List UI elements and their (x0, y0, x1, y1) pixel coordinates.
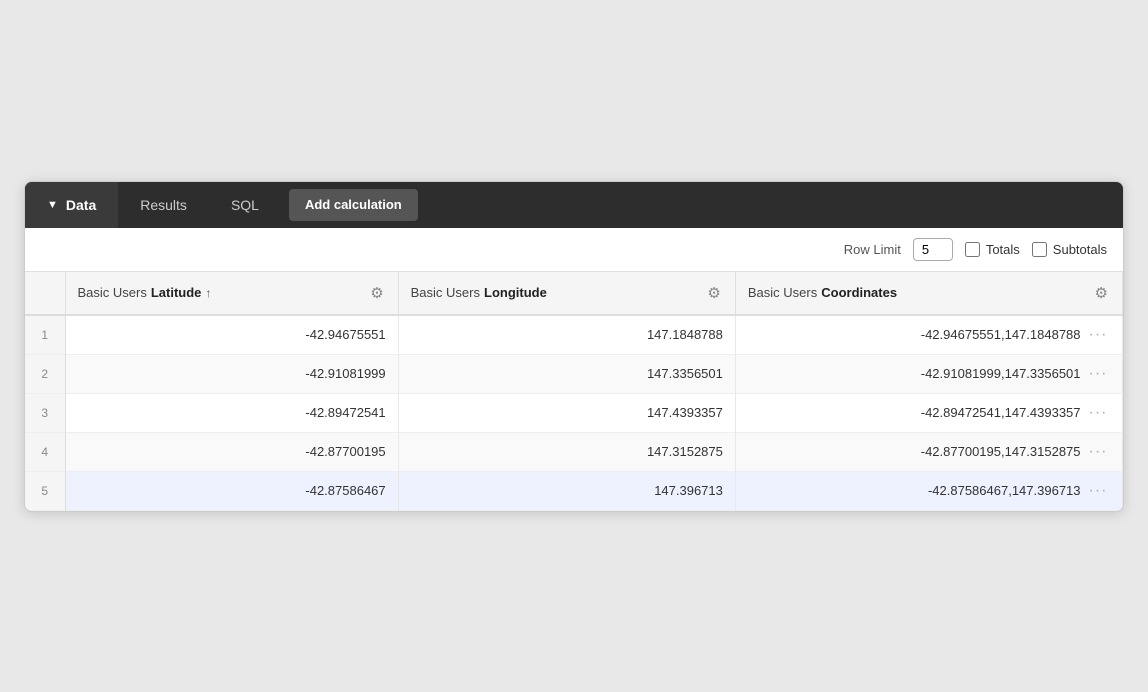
coord-text: -42.91081999,147.3356501 (921, 366, 1081, 381)
table-row-longitude: 147.3152875 (398, 432, 735, 471)
table-row-num: 1 (25, 315, 65, 355)
table-row-num: 3 (25, 393, 65, 432)
table-row-longitude: 147.4393357 (398, 393, 735, 432)
table-row-coordinates: -42.87586467,147.396713 ··· (736, 472, 1123, 510)
col-latitude-bold: Latitude (151, 285, 202, 300)
col-latitude-gear[interactable]: ⚙ (368, 282, 385, 304)
sort-arrow-icon: ↑ (205, 286, 211, 300)
col-coordinates-prefix: Basic Users (748, 285, 817, 300)
add-calculation-button[interactable]: Add calculation (289, 189, 418, 221)
col-longitude-gear[interactable]: ⚙ (705, 282, 722, 304)
col-header-coordinates: Basic Users Coordinates ⚙ (735, 272, 1122, 315)
subtotals-checkbox[interactable] (1032, 242, 1047, 257)
col-longitude-prefix: Basic Users (411, 285, 480, 300)
add-calculation-label: Add calculation (305, 197, 402, 212)
ellipsis-button[interactable]: ··· (1087, 365, 1110, 383)
table-row-num: 2 (25, 354, 65, 393)
ellipsis-button[interactable]: ··· (1087, 326, 1110, 344)
table-row-latitude: -42.91081999 (65, 354, 398, 393)
coord-text: -42.89472541,147.4393357 (921, 405, 1081, 420)
table-row-longitude: 147.396713 (398, 471, 735, 510)
col-longitude-bold: Longitude (484, 285, 547, 300)
subtotals-checkbox-group[interactable]: Subtotals (1032, 242, 1107, 257)
table-row-coordinates: -42.89472541,147.4393357 ··· (736, 394, 1123, 432)
coord-text: -42.87700195,147.3152875 (921, 444, 1081, 459)
ellipsis-button[interactable]: ··· (1087, 482, 1110, 500)
tab-sql[interactable]: SQL (209, 182, 281, 228)
col-latitude-prefix: Basic Users (78, 285, 147, 300)
coord-text: -42.87586467,147.396713 (928, 483, 1081, 498)
tab-data-label: Data (66, 197, 96, 213)
table-row-longitude: 147.1848788 (398, 315, 735, 355)
tab-results-label: Results (140, 197, 187, 213)
col-coordinates-bold: Coordinates (821, 285, 897, 300)
subtotals-label: Subtotals (1053, 242, 1107, 257)
col-header-longitude: Basic Users Longitude ⚙ (398, 272, 735, 315)
table-row-longitude: 147.3356501 (398, 354, 735, 393)
table-row-coordinates: -42.94675551,147.1848788 ··· (736, 316, 1123, 354)
row-limit-label: Row Limit (844, 242, 901, 257)
ellipsis-button[interactable]: ··· (1087, 443, 1110, 461)
tab-results[interactable]: Results (118, 182, 209, 228)
coord-text: -42.94675551,147.1848788 (921, 327, 1081, 342)
data-table-container: Basic Users Latitude ↑ ⚙ Basic Users Lon… (25, 272, 1123, 511)
table-row-num: 5 (25, 471, 65, 510)
row-limit-input[interactable] (913, 238, 953, 261)
table-row-latitude: -42.89472541 (65, 393, 398, 432)
toolbar: Row Limit Totals Subtotals (25, 228, 1123, 272)
table-row-latitude: -42.87586467 (65, 471, 398, 510)
table-row-num: 4 (25, 432, 65, 471)
totals-checkbox-group[interactable]: Totals (965, 242, 1020, 257)
col-header-latitude: Basic Users Latitude ↑ ⚙ (65, 272, 398, 315)
table-row-latitude: -42.94675551 (65, 315, 398, 355)
ellipsis-button[interactable]: ··· (1087, 404, 1110, 422)
data-table: Basic Users Latitude ↑ ⚙ Basic Users Lon… (25, 272, 1123, 511)
totals-checkbox[interactable] (965, 242, 980, 257)
totals-label: Totals (986, 242, 1020, 257)
chevron-icon: ▼ (47, 199, 58, 211)
table-row-latitude: -42.87700195 (65, 432, 398, 471)
col-header-rownum (25, 272, 65, 315)
tab-data[interactable]: ▼ Data (25, 182, 118, 228)
tab-sql-label: SQL (231, 197, 259, 213)
tab-bar: ▼ Data Results SQL Add calculation (25, 182, 1123, 228)
col-coordinates-gear[interactable]: ⚙ (1093, 282, 1110, 304)
table-row-coordinates: -42.87700195,147.3152875 ··· (736, 433, 1123, 471)
table-row-coordinates: -42.91081999,147.3356501 ··· (736, 355, 1123, 393)
